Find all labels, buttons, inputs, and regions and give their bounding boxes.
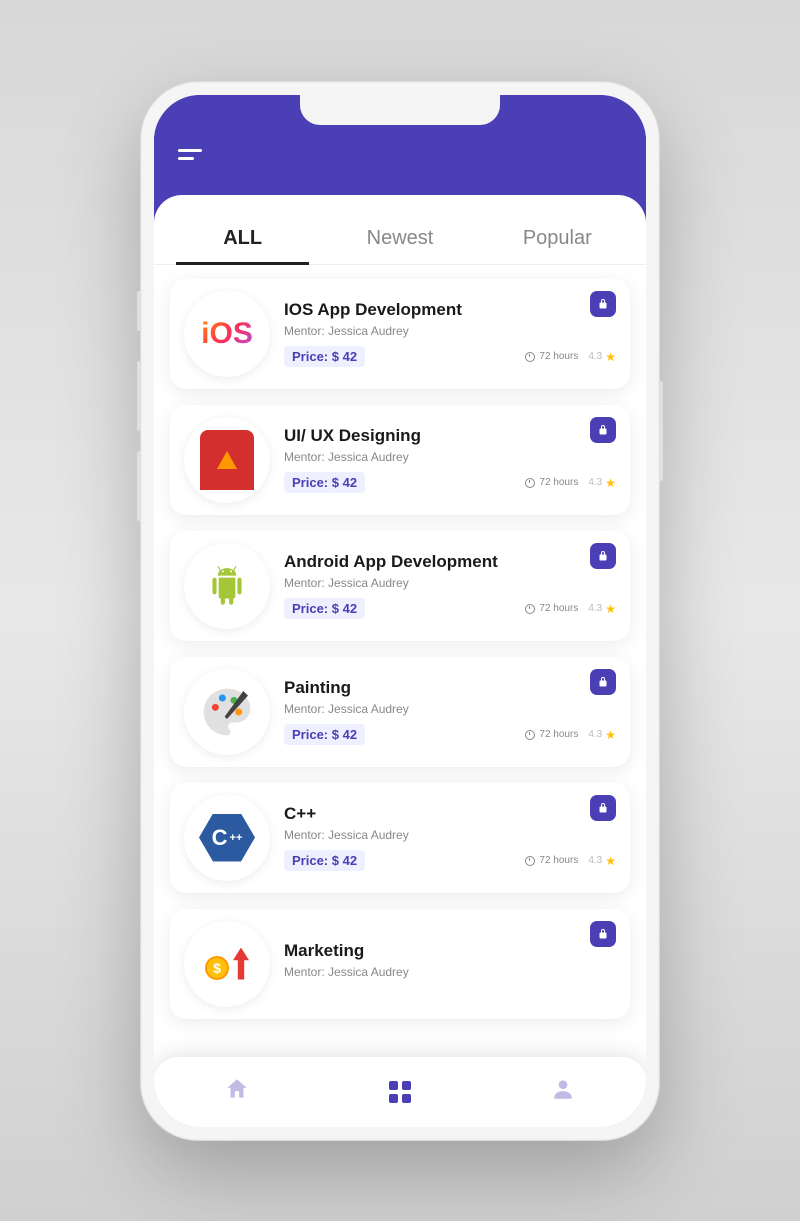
side-button [137,291,141,331]
course-card[interactable]: Android App Development Mentor: Jessica … [170,531,630,641]
course-title: UI/ UX Designing [284,426,616,446]
clock-icon [525,856,535,866]
marketing-icon: $ [184,921,270,1007]
tab-bar: ALL Newest Popular [154,195,646,265]
course-title: Painting [284,678,616,698]
tab-all[interactable]: ALL [164,213,321,264]
android-icon [184,543,270,629]
course-mentor: Mentor: Jessica Audrey [284,702,616,716]
tab-newest[interactable]: Newest [321,213,478,264]
course-mentor: Mentor: Jessica Audrey [284,324,616,338]
course-hours: 72 hours [525,729,578,740]
clock-icon [525,352,535,362]
price-badge: Price: $ 42 [284,850,365,871]
course-rating: 4.3 ★ [588,350,616,364]
course-title: IOS App Development [284,300,616,320]
course-card[interactable]: Painting Mentor: Jessica Audrey Price: $… [170,657,630,767]
course-hours: 72 hours [525,351,578,362]
price-badge: Price: $ 42 [284,346,365,367]
star-icon: ★ [605,350,616,364]
course-title: Android App Development [284,552,616,572]
course-card[interactable]: C++ C++ Mentor: Jessica Audrey Price: $ … [170,783,630,893]
power-button [659,381,663,481]
course-title: Marketing [284,941,616,961]
tab-popular[interactable]: Popular [479,213,636,264]
course-mentor: Mentor: Jessica Audrey [284,828,616,842]
star-icon: ★ [605,602,616,616]
course-mentor: Mentor: Jessica Audrey [284,965,616,979]
phone-mock: ALL Newest Popular iOS IOS App Developme… [140,81,660,1141]
palette-icon [184,669,270,755]
price-badge: Price: $ 42 [284,472,365,493]
lock-button[interactable] [590,795,616,821]
lock-button[interactable] [590,543,616,569]
bottom-nav [154,1057,646,1127]
course-title: C++ [284,804,616,824]
course-mentor: Mentor: Jessica Audrey [284,576,616,590]
clock-icon [525,730,535,740]
price-badge: Price: $ 42 [284,724,365,745]
phone-notch [300,95,500,125]
ios-icon: iOS [184,291,270,377]
star-icon: ★ [605,476,616,490]
star-icon: ★ [605,728,616,742]
volume-down-button [137,451,141,521]
clock-icon [525,478,535,488]
price-badge: Price: $ 42 [284,598,365,619]
nav-home[interactable] [224,1076,250,1107]
course-hours: 72 hours [525,477,578,488]
nav-profile[interactable] [550,1076,576,1107]
course-rating: 4.3 ★ [588,476,616,490]
menu-button[interactable] [178,145,206,165]
course-mentor: Mentor: Jessica Audrey [284,450,616,464]
clock-icon [525,604,535,614]
cpp-icon: C++ [184,795,270,881]
lock-button[interactable] [590,291,616,317]
uiux-icon [184,417,270,503]
course-hours: 72 hours [525,855,578,866]
nav-grid[interactable] [389,1081,411,1103]
lock-button[interactable] [590,669,616,695]
course-hours: 72 hours [525,603,578,614]
content-sheet: ALL Newest Popular iOS IOS App Developme… [154,195,646,1127]
lock-button[interactable] [590,921,616,947]
lock-button[interactable] [590,417,616,443]
volume-up-button [137,361,141,431]
grid-icon [389,1081,411,1103]
course-rating: 4.3 ★ [588,854,616,868]
course-card[interactable]: $ Marketing Mentor: Jessica Audrey [170,909,630,1019]
star-icon: ★ [605,854,616,868]
course-rating: 4.3 ★ [588,602,616,616]
course-list[interactable]: iOS IOS App Development Mentor: Jessica … [154,265,646,1127]
course-card[interactable]: UI/ UX Designing Mentor: Jessica Audrey … [170,405,630,515]
course-card[interactable]: iOS IOS App Development Mentor: Jessica … [170,279,630,389]
course-rating: 4.3 ★ [588,728,616,742]
